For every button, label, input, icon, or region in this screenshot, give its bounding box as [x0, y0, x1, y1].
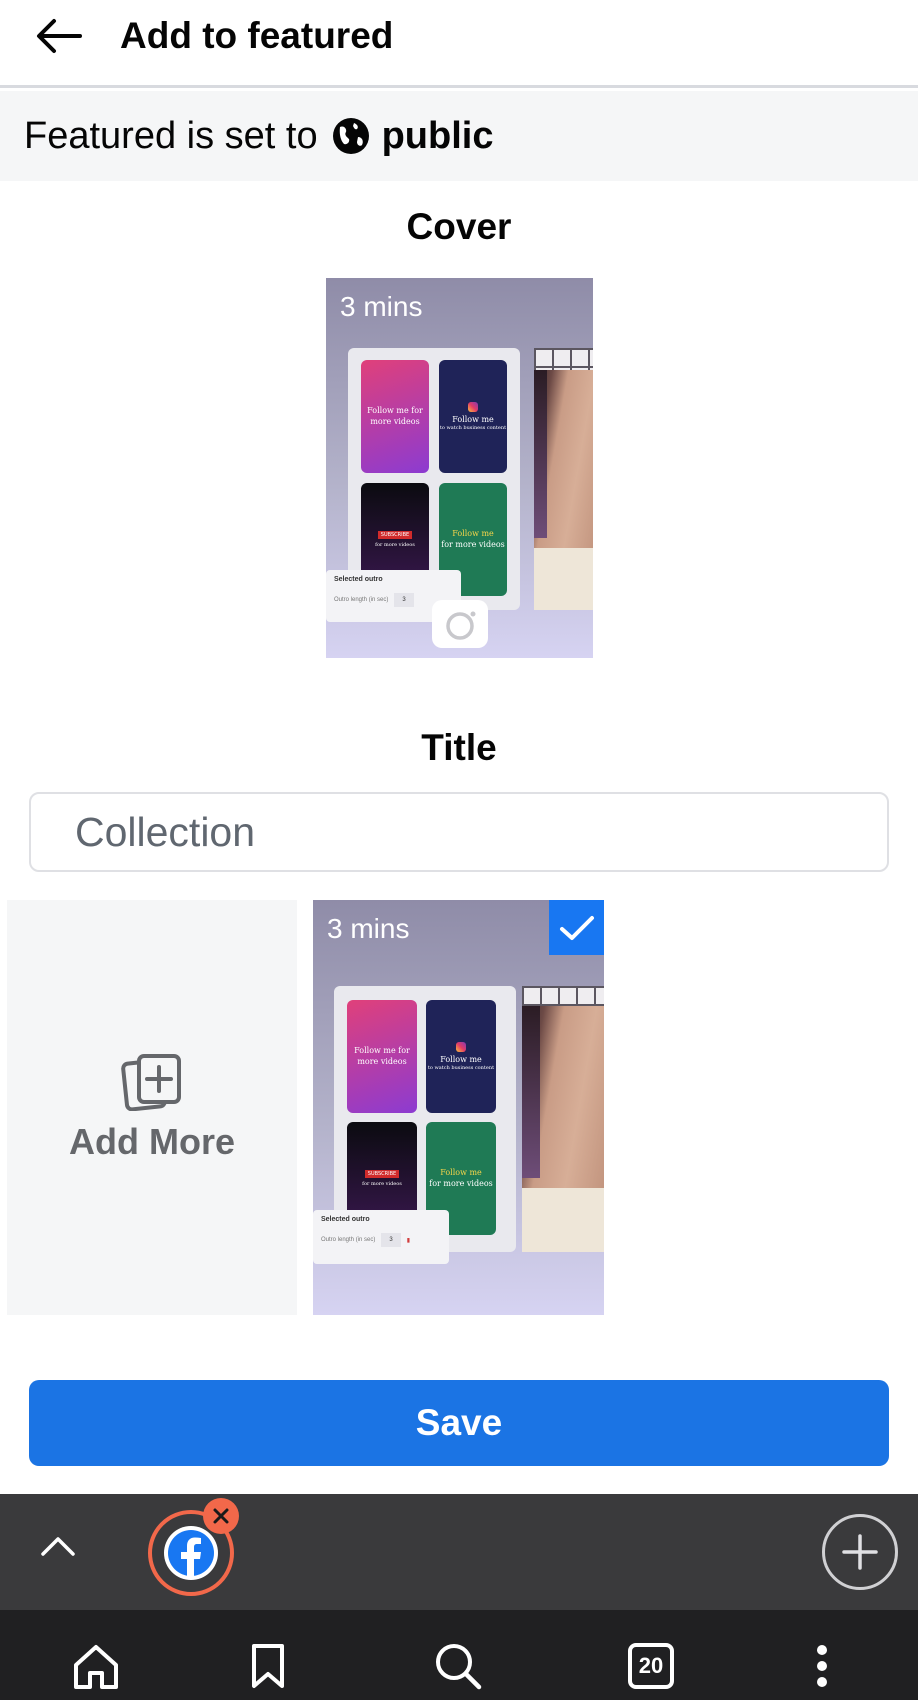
home-icon — [74, 1645, 118, 1689]
checkmark-icon — [559, 915, 594, 940]
back-button[interactable] — [30, 14, 86, 58]
chevron-up-icon — [41, 1537, 75, 1556]
add-photo-icon — [121, 1053, 181, 1111]
tabs-button[interactable]: 20 — [626, 1638, 676, 1694]
facebook-icon — [168, 1530, 214, 1576]
cover-thumbnail[interactable]: 3 mins Follow me for more videos Follow … — [326, 278, 593, 658]
globe-icon — [332, 117, 370, 155]
close-icon — [213, 1508, 229, 1524]
privacy-value[interactable]: public — [382, 115, 494, 158]
close-tab-button[interactable] — [203, 1498, 239, 1534]
expand-tabs-button[interactable] — [36, 1524, 80, 1568]
media-card-2: Follow me to watch business content — [426, 1000, 496, 1113]
cover-label: Cover — [406, 206, 512, 247]
arrow-left-icon — [37, 19, 82, 53]
browser-tab-bar — [0, 1494, 918, 1610]
cover-card-1: Follow me for more videos — [361, 360, 429, 473]
title-input-placeholder: Collection — [75, 808, 256, 855]
search-button[interactable] — [432, 1638, 484, 1694]
save-button[interactable]: Save — [29, 1380, 889, 1466]
browser-nav-bar: 20 — [0, 1610, 918, 1700]
plus-icon — [842, 1534, 878, 1570]
cover-card-2: Follow me to watch business content — [439, 360, 507, 473]
bookmarks-button[interactable] — [246, 1638, 290, 1694]
media-item-duration: 3 mins — [327, 913, 410, 944]
privacy-banner: Featured is set to public — [0, 91, 918, 181]
change-cover-button[interactable] — [432, 600, 488, 648]
camera-icon — [446, 611, 476, 640]
selected-checkbox[interactable] — [549, 900, 604, 955]
add-more-button[interactable]: Add More — [7, 900, 297, 1315]
new-tab-button[interactable] — [822, 1514, 898, 1590]
media-face — [522, 1006, 604, 1252]
tabs-icon: 20 — [628, 1643, 674, 1689]
title-input[interactable]: Collection — [29, 792, 889, 872]
search-icon — [436, 1644, 482, 1690]
title-label: Title — [421, 727, 497, 768]
menu-button[interactable] — [810, 1638, 834, 1694]
privacy-prefix: Featured is set to — [24, 114, 318, 157]
page-title: Add to featured — [120, 15, 394, 56]
media-item-thumbnail[interactable]: 3 mins Follow me for more videos Follow … — [313, 900, 604, 1315]
media-card-1: Follow me for more videos — [347, 1000, 417, 1113]
cover-face — [534, 370, 593, 610]
cover-duration: 3 mins — [340, 291, 423, 322]
more-vertical-icon — [817, 1645, 827, 1687]
bookmark-icon — [252, 1644, 284, 1688]
home-button[interactable] — [70, 1638, 122, 1694]
top-app-bar: Add to featured — [0, 0, 918, 88]
add-more-label: Add More — [69, 1120, 235, 1162]
media-outro-box: Selected outro Outro length (in sec) 3 ▮ — [313, 1210, 449, 1264]
